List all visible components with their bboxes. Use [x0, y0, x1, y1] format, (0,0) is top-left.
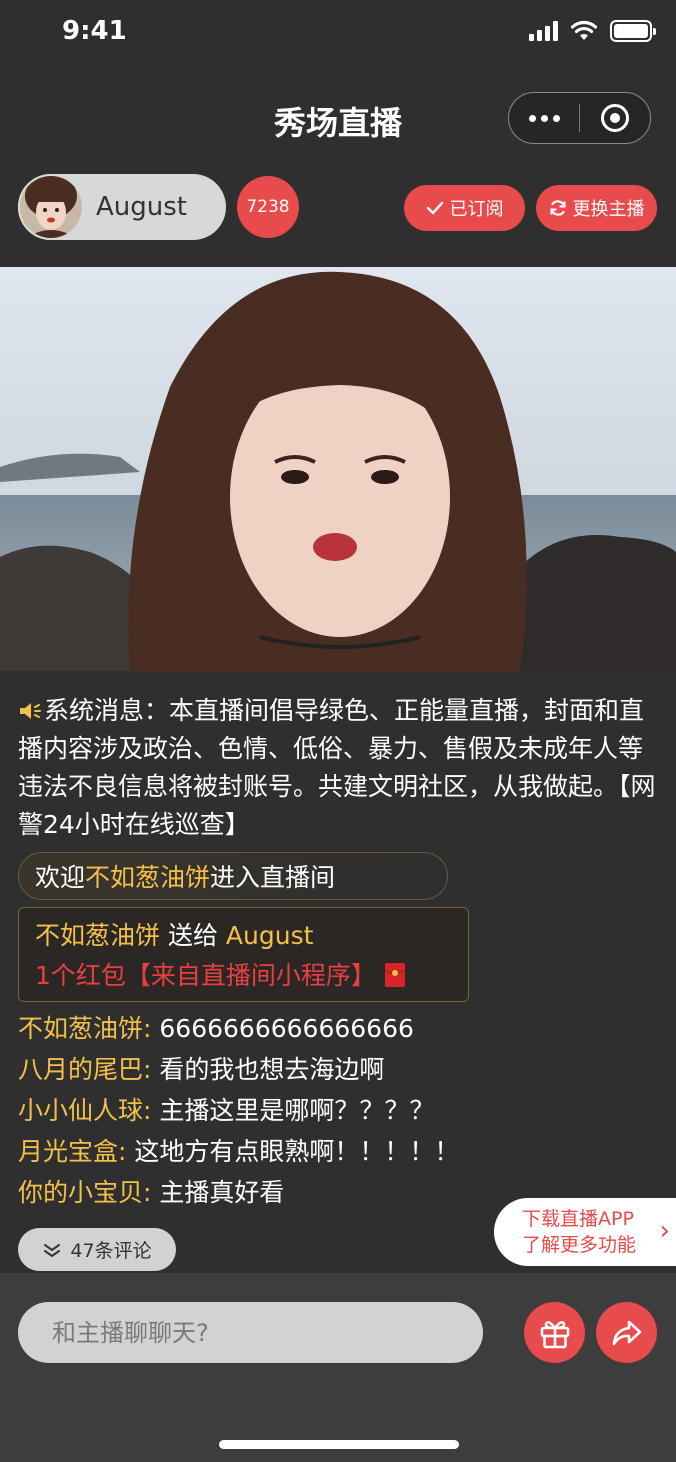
- anchor-info[interactable]: August: [18, 174, 226, 240]
- switch-anchor-button[interactable]: 更换主播: [536, 185, 657, 231]
- gift-button[interactable]: [524, 1302, 585, 1363]
- comment-user: 月光宝盒:: [18, 1137, 127, 1166]
- promo-line-1: 下载直播APP: [522, 1208, 634, 1230]
- comment-text: 这地方有点眼熟啊！！！！！: [126, 1137, 460, 1166]
- speaker-icon: [20, 703, 41, 719]
- more-comments-button[interactable]: 47条评论: [18, 1228, 176, 1271]
- gift-notification: 不如葱油饼 送给 August 1个红包【来自直播间小程序】: [18, 907, 469, 1002]
- live-video[interactable]: [0, 267, 676, 671]
- mini-program-capsule: [508, 92, 651, 144]
- comment-row: 小小仙人球: 主播这里是哪啊？？？？: [18, 1090, 518, 1131]
- anchor-name: August: [96, 192, 187, 222]
- wifi-icon: [570, 20, 598, 40]
- close-mini-program-button[interactable]: [580, 93, 650, 143]
- more-comments-label: 47条评论: [70, 1240, 152, 1262]
- comment-row: 不如葱油饼: 6666666666666666: [18, 1008, 518, 1049]
- comment-row: 你的小宝贝: 主播真好看: [18, 1172, 518, 1213]
- signal-icon: [529, 21, 558, 41]
- welcome-user: 不如葱油饼: [85, 863, 211, 892]
- chevron-right-icon: ›: [659, 1216, 670, 1246]
- double-chevron-down-icon: [44, 1243, 61, 1257]
- avatar: [18, 174, 84, 240]
- status-time: 9:41: [62, 16, 127, 46]
- comment-user: 八月的尾巴:: [18, 1055, 152, 1084]
- target-icon: [601, 104, 629, 132]
- check-icon: [426, 201, 443, 215]
- system-message: 系统消息：本直播间倡导绿色、正能量直播，封面和直播内容涉及政治、色情、低俗、暴力…: [18, 692, 658, 844]
- comment-text: 主播真好看: [151, 1178, 285, 1207]
- comment-user: 小小仙人球:: [18, 1096, 152, 1125]
- home-indicator: [219, 1440, 459, 1449]
- promo-line-2: 了解更多功能: [522, 1234, 637, 1256]
- switch-anchor-label: 更换主播: [572, 199, 645, 220]
- more-dots-icon: [528, 114, 560, 122]
- gift-receiver: August: [225, 921, 314, 950]
- refresh-icon: [550, 200, 565, 216]
- share-button[interactable]: [596, 1302, 657, 1363]
- more-menu-button[interactable]: [509, 93, 579, 143]
- comment-row: 月光宝盒: 这地方有点眼熟啊！！！！！: [18, 1131, 518, 1172]
- gift-icon: [540, 1320, 569, 1348]
- red-envelope-icon: [384, 963, 406, 987]
- video-frame: [0, 267, 676, 671]
- comment-text: 6666666666666666: [151, 1014, 414, 1043]
- welcome-prefix: 欢迎: [35, 863, 86, 892]
- comment-row: 八月的尾巴: 看的我也想去海边啊: [18, 1049, 518, 1090]
- battery-icon: [610, 20, 656, 42]
- comment-list: 不如葱油饼: 6666666666666666 八月的尾巴: 看的我也想去海边啊…: [18, 1008, 518, 1213]
- subscribe-button[interactable]: 已订阅: [404, 185, 525, 231]
- status-icons: [529, 20, 656, 42]
- comment-user: 你的小宝贝:: [18, 1178, 152, 1207]
- comment-text: 看的我也想去海边啊: [151, 1055, 385, 1084]
- share-arrow-icon: [612, 1320, 641, 1345]
- gift-verb: 送给: [160, 921, 226, 950]
- comment-user: 不如葱油饼:: [18, 1014, 152, 1043]
- welcome-banner: 欢迎 不如葱油饼 进入直播间: [18, 852, 448, 900]
- comment-text: 主播这里是哪啊？？？？: [151, 1096, 435, 1125]
- system-message-prefix: 系统消息：: [44, 696, 170, 725]
- welcome-suffix: 进入直播间: [210, 863, 336, 892]
- chat-input[interactable]: [18, 1302, 483, 1363]
- download-app-banner[interactable]: 下载直播APP 了解更多功能 ›: [494, 1198, 676, 1266]
- gift-sender: 不如葱油饼: [35, 921, 161, 950]
- viewer-count-badge: 7238: [237, 176, 299, 238]
- subscribe-label: 已订阅: [449, 199, 504, 220]
- gift-detail: 1个红包【来自直播间小程序】: [35, 961, 376, 990]
